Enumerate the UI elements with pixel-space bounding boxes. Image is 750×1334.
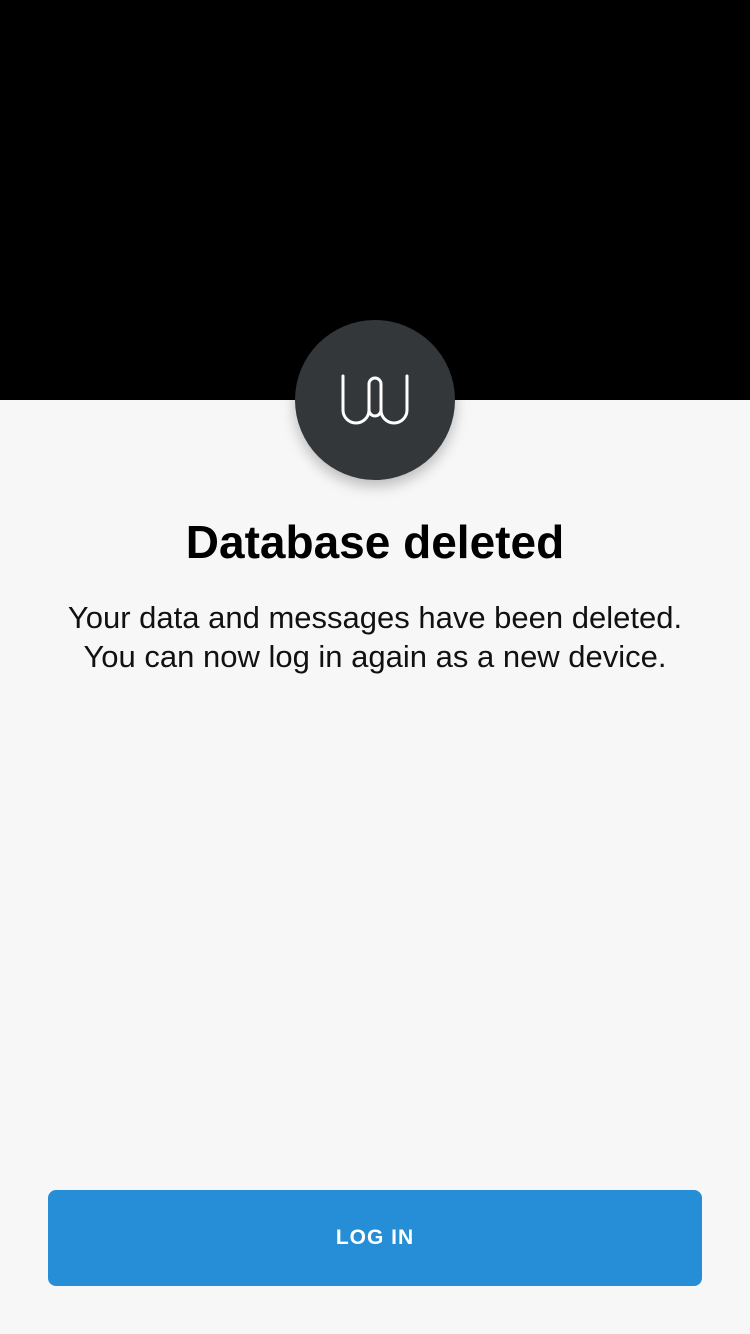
message-line: Your data and messages have been deleted… <box>67 600 683 635</box>
database-deleted-screen: Database deleted Your data and messages … <box>0 0 750 1334</box>
wire-logo-icon <box>341 374 409 425</box>
page-title: Database deleted <box>185 516 565 568</box>
message-line: You can now log in again as a new device… <box>83 639 667 674</box>
status-message: Your data and messages have been deleted… <box>40 598 710 676</box>
logo-badge <box>295 320 455 480</box>
login-button[interactable]: LOG IN <box>48 1190 702 1286</box>
